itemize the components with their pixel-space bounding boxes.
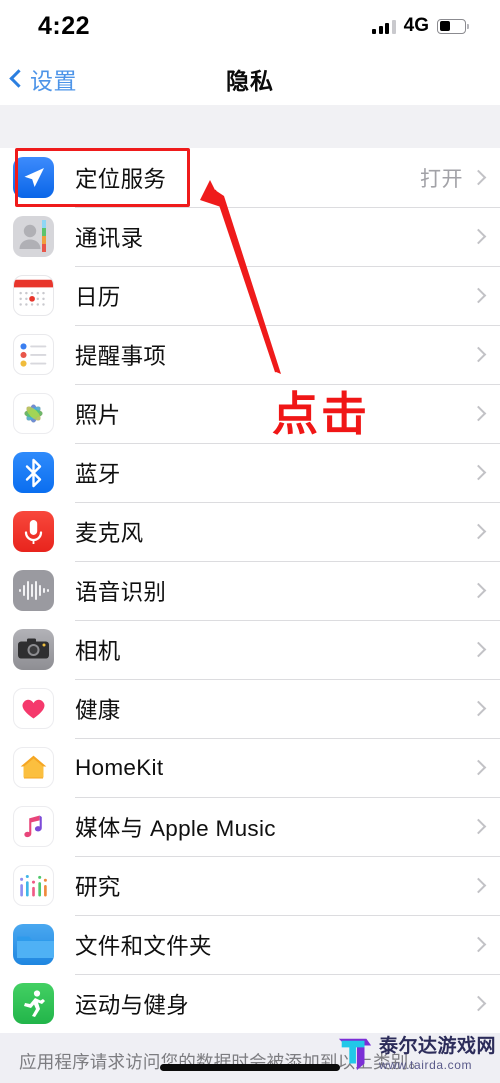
settings-row-homekit[interactable]: HomeKit xyxy=(0,738,500,797)
chevron-right-icon xyxy=(470,700,487,717)
settings-row-label: 照片 xyxy=(75,402,121,428)
settings-row-camera[interactable]: 相机 xyxy=(0,620,500,679)
settings-row-accessory xyxy=(470,287,500,304)
settings-row-accessory xyxy=(470,228,500,245)
calendar-icon xyxy=(13,275,54,316)
settings-row-label: 语音识别 xyxy=(75,579,167,605)
settings-row-accessory xyxy=(470,641,500,658)
fitness-icon xyxy=(13,983,54,1024)
chevron-right-icon xyxy=(470,641,487,658)
settings-row-value: 打开 xyxy=(420,167,463,191)
settings-row-label: HomeKit xyxy=(75,754,164,780)
settings-row-accessory xyxy=(470,936,500,953)
contacts-icon xyxy=(13,216,54,257)
settings-row-accessory xyxy=(470,405,500,422)
settings-row-label: 日历 xyxy=(75,284,121,310)
settings-row-calendar[interactable]: 日历 xyxy=(0,266,500,325)
chevron-right-icon xyxy=(470,523,487,540)
photos-icon xyxy=(13,393,54,434)
apple-music-icon xyxy=(13,806,54,847)
settings-row-accessory xyxy=(470,582,500,599)
settings-row-contacts[interactable]: 通讯录 xyxy=(0,207,500,266)
back-button-label: 设置 xyxy=(30,67,77,94)
settings-row-label: 相机 xyxy=(75,638,121,664)
back-button[interactable]: 设置 xyxy=(0,62,77,96)
bluetooth-icon xyxy=(13,452,54,493)
homekit-icon xyxy=(13,747,54,788)
chevron-right-icon xyxy=(470,877,487,894)
research-icon xyxy=(13,865,54,906)
home-indicator xyxy=(160,1064,340,1071)
settings-row-label: 媒体与 Apple Music xyxy=(75,815,276,841)
settings-row-fitness[interactable]: 运动与健身 xyxy=(0,974,500,1033)
settings-row-label: 提醒事项 xyxy=(75,343,167,369)
chevron-right-icon xyxy=(470,228,487,245)
settings-row-accessory xyxy=(470,700,500,717)
chevron-right-icon xyxy=(470,464,487,481)
chevron-right-icon xyxy=(470,346,487,363)
settings-row-photos[interactable]: 照片 xyxy=(0,384,500,443)
navigation-bar: 设置 隐私 xyxy=(0,52,500,105)
chevron-left-icon xyxy=(9,69,28,88)
settings-row-accessory xyxy=(470,346,500,363)
chevron-right-icon xyxy=(470,287,487,304)
health-icon xyxy=(13,688,54,729)
settings-row-apple-music[interactable]: 媒体与 Apple Music xyxy=(0,797,500,856)
camera-icon xyxy=(13,629,54,670)
chevron-right-icon xyxy=(470,759,487,776)
battery-icon xyxy=(437,18,469,34)
settings-row-label: 麦克风 xyxy=(75,520,144,546)
chevron-right-icon xyxy=(470,995,487,1012)
chevron-right-icon xyxy=(470,818,487,835)
settings-row-label: 定位服务 xyxy=(75,166,167,192)
settings-row-health[interactable]: 健康 xyxy=(0,679,500,738)
settings-row-label: 运动与健身 xyxy=(75,992,190,1018)
settings-row-accessory xyxy=(470,877,500,894)
settings-row-location-services[interactable]: 定位服务 打开 xyxy=(0,148,500,207)
microphone-icon xyxy=(13,511,54,552)
settings-row-reminders[interactable]: 提醒事项 xyxy=(0,325,500,384)
settings-row-label: 研究 xyxy=(75,874,121,900)
settings-row-label: 通讯录 xyxy=(75,225,144,251)
settings-scroll-area[interactable]: 定位服务 打开 通讯录 日历 提醒事项 照片 蓝牙 麦克风 语音识别 相机 健康… xyxy=(0,105,500,1083)
files-icon xyxy=(13,924,54,965)
chevron-right-icon xyxy=(470,405,487,422)
status-time: 4:22 xyxy=(38,11,91,40)
speech-recognition-icon xyxy=(13,570,54,611)
settings-row-label: 文件和文件夹 xyxy=(75,933,212,959)
settings-row-accessory xyxy=(470,818,500,835)
settings-row-accessory xyxy=(470,523,500,540)
signal-bars-icon xyxy=(372,19,396,34)
privacy-footer-note: 应用程序请求访问您的数据时会被添加到以上类别。 xyxy=(0,1033,500,1083)
chevron-right-icon xyxy=(470,936,487,953)
network-type-label: 4G xyxy=(403,15,429,36)
settings-row-label: 蓝牙 xyxy=(75,461,121,487)
settings-row-microphone[interactable]: 麦克风 xyxy=(0,502,500,561)
section-gap xyxy=(0,105,500,148)
chevron-right-icon xyxy=(470,169,487,186)
settings-row-speech-recognition[interactable]: 语音识别 xyxy=(0,561,500,620)
settings-row-accessory xyxy=(470,464,500,481)
location-services-icon xyxy=(13,157,54,198)
settings-row-bluetooth[interactable]: 蓝牙 xyxy=(0,443,500,502)
settings-row-files[interactable]: 文件和文件夹 xyxy=(0,915,500,974)
settings-row-accessory xyxy=(470,759,500,776)
privacy-permissions-group: 定位服务 打开 通讯录 日历 提醒事项 照片 蓝牙 麦克风 语音识别 相机 健康… xyxy=(0,148,500,1033)
status-indicators: 4G xyxy=(372,15,469,37)
status-bar: 4:22 4G xyxy=(0,0,500,52)
phone-screen: 4:22 4G 设置 隐私 定位服务 打开 通讯录 日历 提醒事项 照片 蓝牙 … xyxy=(0,0,500,1083)
reminders-icon xyxy=(13,334,54,375)
settings-row-accessory xyxy=(470,995,500,1012)
settings-row-label: 健康 xyxy=(75,697,121,723)
settings-row-research[interactable]: 研究 xyxy=(0,856,500,915)
settings-row-accessory: 打开 xyxy=(420,163,500,193)
chevron-right-icon xyxy=(470,582,487,599)
